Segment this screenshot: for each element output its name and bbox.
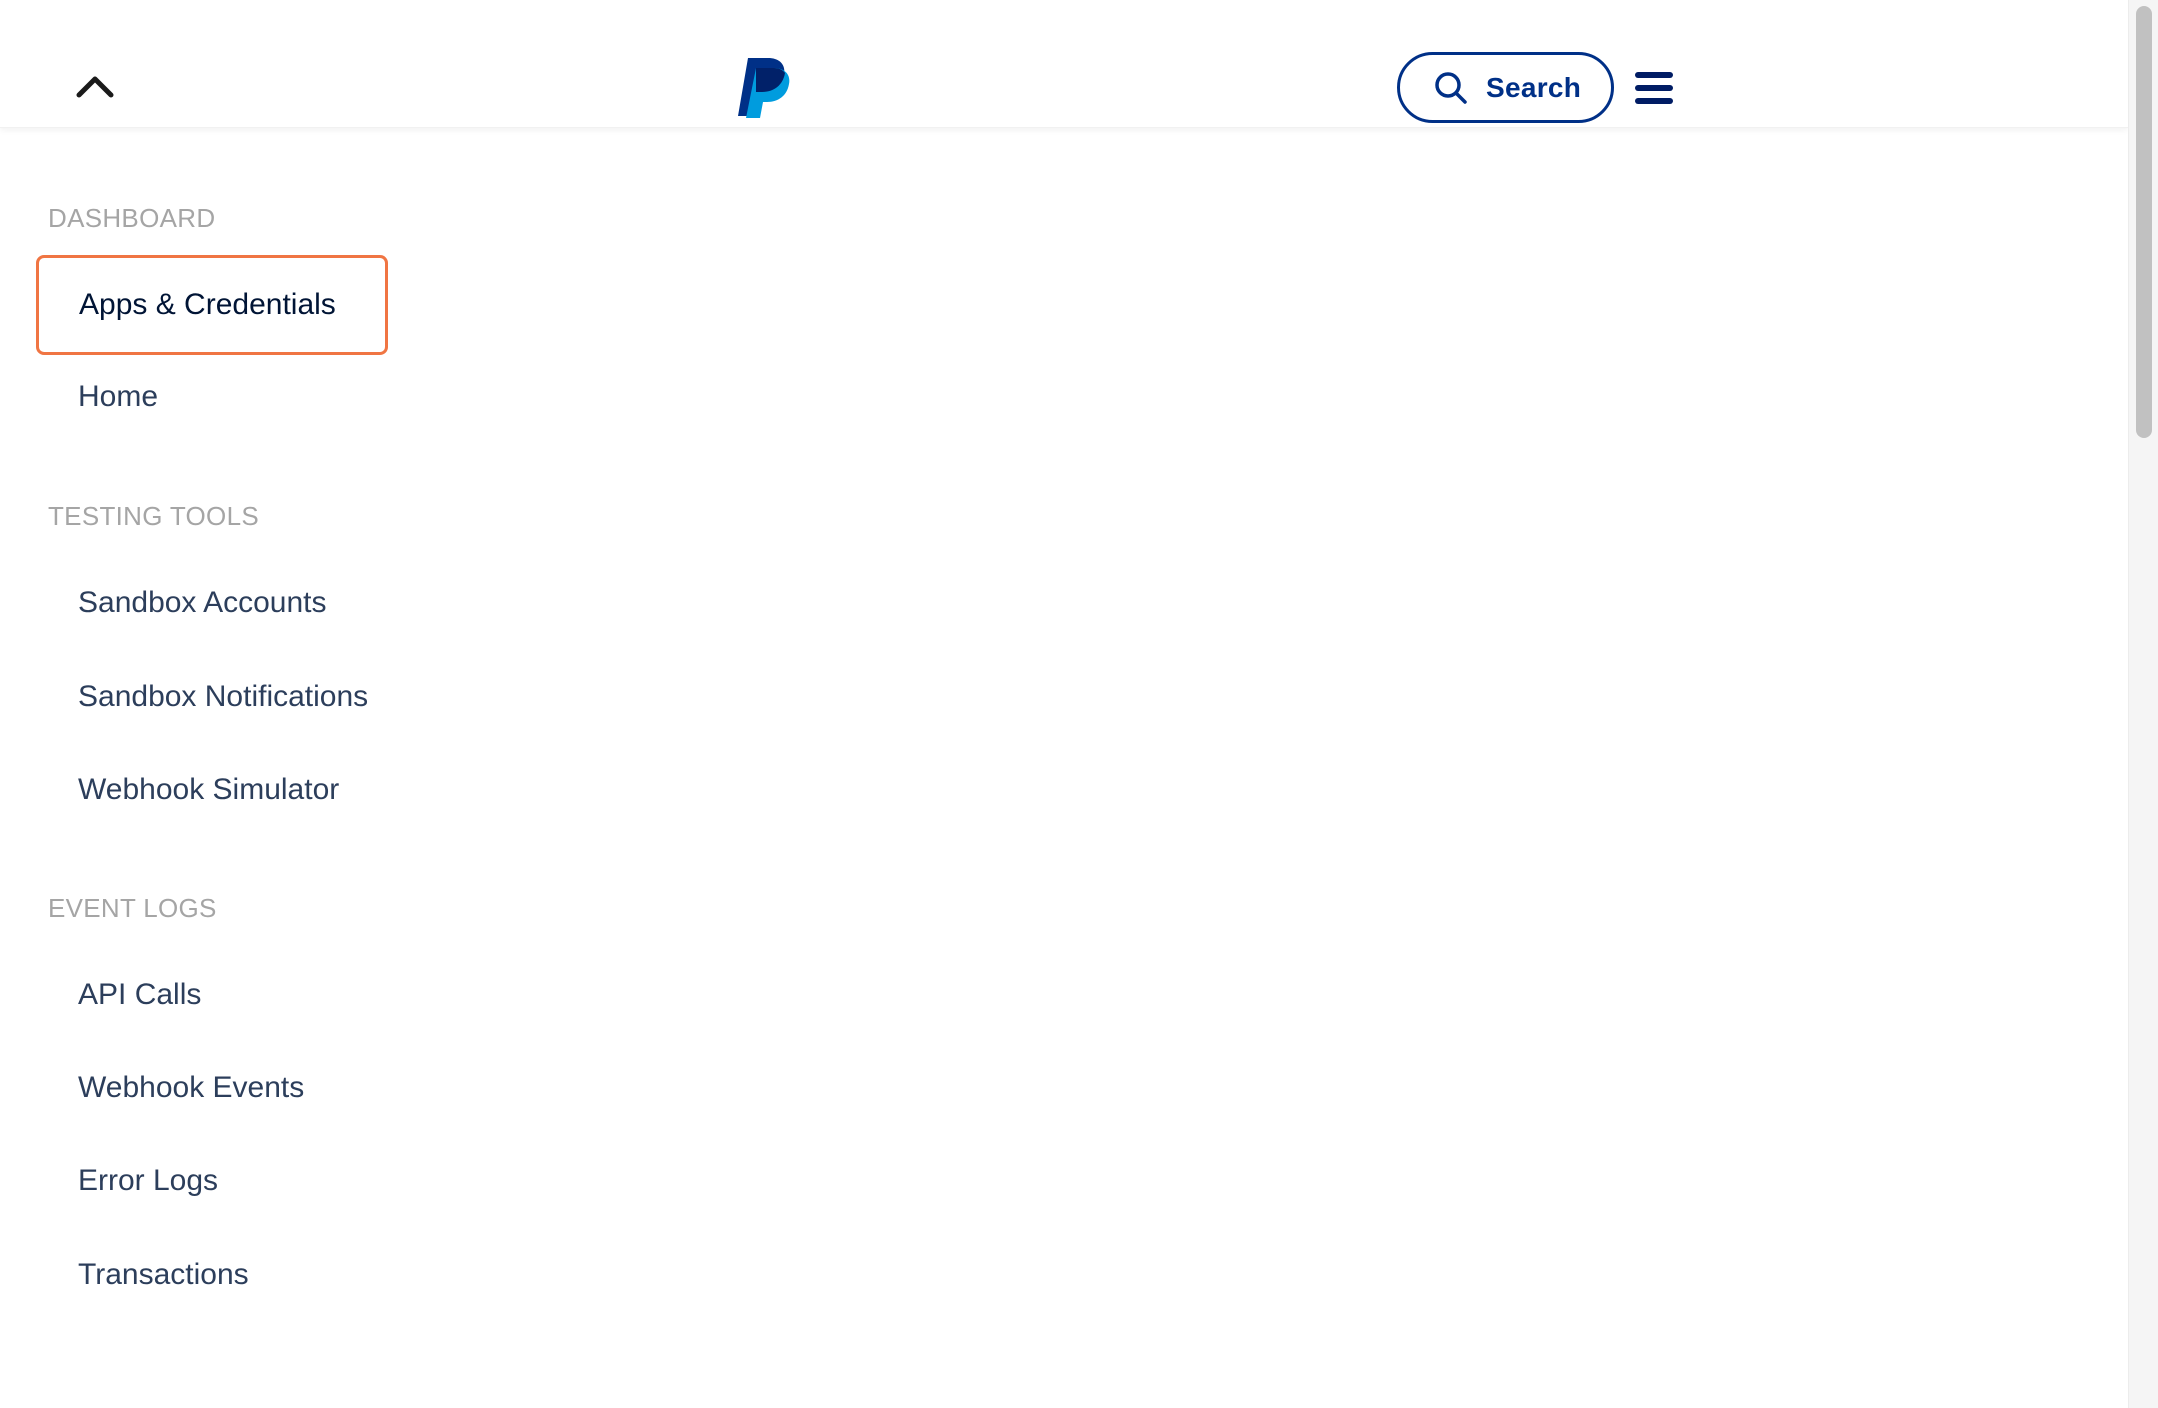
sidebar-item-sandbox-accounts[interactable]: Sandbox Accounts bbox=[78, 586, 327, 620]
search-icon bbox=[1435, 71, 1467, 104]
sidebar-item-apps-credentials[interactable]: Apps & Credentials bbox=[36, 255, 388, 355]
paypal-logo[interactable] bbox=[734, 56, 794, 120]
sidebar-item-webhook-events[interactable]: Webhook Events bbox=[78, 1071, 304, 1105]
sidebar-item-webhook-simulator[interactable]: Webhook Simulator bbox=[78, 773, 339, 807]
hamburger-menu-icon bbox=[1635, 72, 1673, 78]
section-title-dashboard: DASHBOARD bbox=[48, 203, 216, 233]
sidebar-item-api-calls[interactable]: API Calls bbox=[78, 978, 201, 1012]
sidebar-item-home[interactable]: Home bbox=[78, 380, 158, 414]
sidebar-item-sandbox-notifications[interactable]: Sandbox Notifications bbox=[78, 680, 368, 714]
hamburger-menu-button[interactable] bbox=[1632, 70, 1676, 106]
top-header: Search bbox=[0, 0, 2128, 128]
collapse-button[interactable] bbox=[70, 66, 120, 106]
search-button[interactable]: Search bbox=[1397, 52, 1614, 123]
search-label: Search bbox=[1486, 71, 1582, 103]
section-title-testing-tools: TESTING TOOLS bbox=[48, 501, 259, 531]
chevron-up-icon bbox=[76, 76, 114, 98]
sidebar-item-transactions[interactable]: Transactions bbox=[78, 1258, 249, 1292]
page: Search DASHBOARD Apps & Credentials Home… bbox=[0, 0, 2158, 1408]
sidebar-item-error-logs[interactable]: Error Logs bbox=[78, 1164, 218, 1198]
scrollbar-thumb[interactable] bbox=[2136, 6, 2152, 438]
section-title-event-logs: EVENT LOGS bbox=[48, 893, 217, 923]
vertical-scrollbar[interactable] bbox=[2128, 0, 2158, 1408]
